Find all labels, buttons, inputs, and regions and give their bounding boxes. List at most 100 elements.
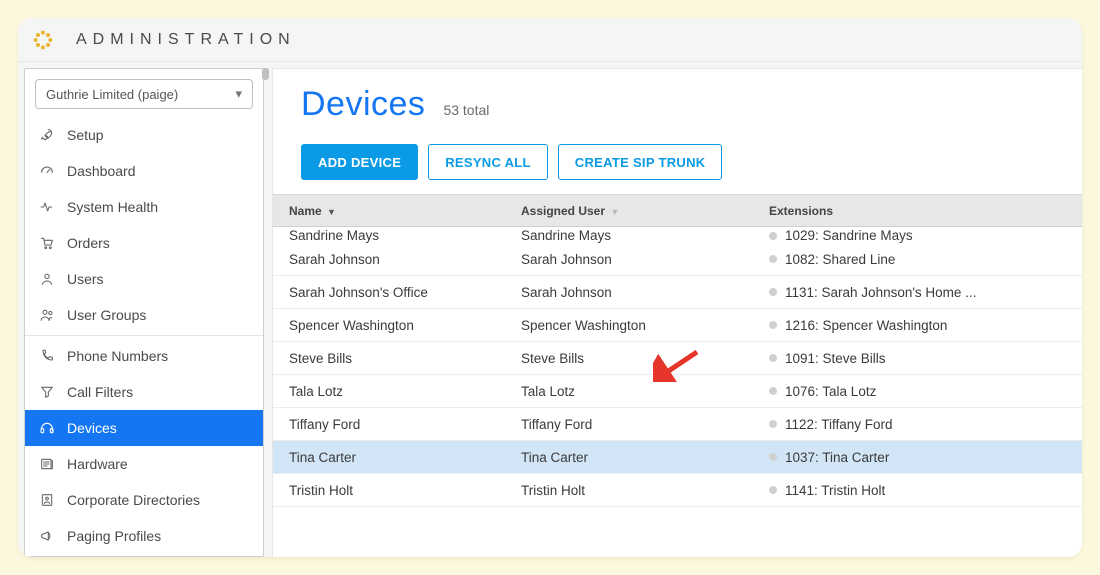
sidebar-item-corporate-directories[interactable]: Corporate Directories [25,482,263,518]
sidebar: Guthrie Limited (paige) ▾ Setup Dashboard… [24,68,264,557]
sidebar-scrollbar[interactable] [262,68,269,80]
status-dot-icon [769,288,777,296]
sidebar-item-label: Setup [67,127,104,143]
sidebar-item-label: Hardware [67,456,128,472]
sidebar-item-system-health[interactable]: System Health [25,189,263,225]
sidebar-item-orders[interactable]: Orders [25,225,263,261]
table-row[interactable]: Sarah JohnsonSarah Johnson1082: Shared L… [273,243,1082,276]
sidebar-item-label: System Health [67,199,158,215]
cell-extensions: 1131: Sarah Johnson's Home ... [769,285,1082,300]
table-header: Name ▼ Assigned User ▼ Extensions [273,195,1082,227]
sidebar-item-label: Orders [67,235,110,251]
cell-assigned-user: Sandrine Mays [521,228,769,243]
sort-desc-icon: ▼ [327,207,336,217]
action-button-row: ADD DEVICE RESYNC ALL CREATE SIP TRUNK [273,126,1082,194]
org-select-label: Guthrie Limited (paige) [46,87,178,102]
cell-name: Tina Carter [273,450,521,465]
headset-icon [39,420,55,436]
cell-extensions: 1141: Tristin Holt [769,483,1082,498]
sidebar-item-label: Dashboard [67,163,136,179]
cell-name: Sarah Johnson's Office [273,285,521,300]
page-title: Devices [301,85,425,124]
sidebar-item-label: Users [67,271,104,287]
table-row[interactable]: Tina CarterTina Carter1037: Tina Carter [273,441,1082,474]
sidebar-item-setup[interactable]: Setup [25,117,263,153]
sidebar-item-label: Corporate Directories [67,492,200,508]
sidebar-item-phone-numbers[interactable]: Phone Numbers [25,338,263,374]
users-icon [39,307,55,323]
activity-icon [39,199,55,215]
sidebar-item-label: Phone Numbers [67,348,168,364]
sidebar-item-call-filters[interactable]: Call Filters [25,374,263,410]
status-dot-icon [769,354,777,362]
column-header-assigned-user[interactable]: Assigned User ▼ [521,204,769,218]
column-header-extensions[interactable]: Extensions [769,204,1082,218]
status-dot-icon [769,232,777,240]
cell-assigned-user: Steve Bills [521,351,769,366]
table-row[interactable]: Spencer WashingtonSpencer Washington1216… [273,309,1082,342]
create-sip-trunk-button[interactable]: CREATE SIP TRUNK [558,144,723,180]
cell-name: Tala Lotz [273,384,521,399]
cell-extensions: 1037: Tina Carter [769,450,1082,465]
cell-assigned-user: Tristin Holt [521,483,769,498]
sidebar-item-paging-realms[interactable]: Paging Realms [25,554,263,557]
sidebar-item-paging-profiles[interactable]: Paging Profiles [25,518,263,554]
topbar-title: ADMINISTRATION [76,31,296,49]
book-icon [39,492,55,508]
cell-extensions: 1082: Shared Line [769,252,1082,267]
table-row[interactable]: Steve BillsSteve Bills1091: Steve Bills [273,342,1082,375]
sidebar-item-devices[interactable]: Devices [25,410,263,446]
caret-down-icon: ▾ [235,86,242,102]
sidebar-item-hardware[interactable]: Hardware [25,446,263,482]
main-panel: Devices 53 total ADD DEVICE RESYNC ALL C… [272,68,1082,557]
page-header: Devices 53 total [273,69,1082,126]
sidebar-item-dashboard[interactable]: Dashboard [25,153,263,189]
table-row[interactable]: Sandrine MaysSandrine Mays1029: Sandrine… [273,227,1082,243]
megaphone-icon [39,528,55,544]
resync-all-button[interactable]: RESYNC ALL [428,144,548,180]
cell-extensions: 1076: Tala Lotz [769,384,1082,399]
cell-name: Sandrine Mays [273,228,521,243]
gauge-icon [39,163,55,179]
page-count: 53 total [443,102,489,118]
add-device-button[interactable]: ADD DEVICE [301,144,418,180]
rocket-icon [39,127,55,143]
table-row[interactable]: Tiffany FordTiffany Ford1122: Tiffany Fo… [273,408,1082,441]
table-row[interactable]: Tala LotzTala Lotz1076: Tala Lotz [273,375,1082,408]
phone-icon [39,348,55,364]
cell-assigned-user: Tina Carter [521,450,769,465]
devices-table: Name ▼ Assigned User ▼ Extensions Sandri… [273,194,1082,557]
status-dot-icon [769,453,777,461]
cell-name: Steve Bills [273,351,521,366]
sidebar-item-users[interactable]: Users [25,261,263,297]
cell-assigned-user: Tala Lotz [521,384,769,399]
sidebar-item-label: Devices [67,420,117,436]
news-icon [39,456,55,472]
column-header-name[interactable]: Name ▼ [273,204,521,218]
table-row[interactable]: Sarah Johnson's OfficeSarah Johnson1131:… [273,276,1082,309]
status-dot-icon [769,420,777,428]
cell-name: Spencer Washington [273,318,521,333]
cell-extensions: 1216: Spencer Washington [769,318,1082,333]
cell-extensions: 1029: Sandrine Mays [769,228,1082,243]
user-icon [39,271,55,287]
sidebar-item-user-groups[interactable]: User Groups [25,297,263,333]
sidebar-wrap: Guthrie Limited (paige) ▾ Setup Dashboard… [18,62,266,557]
table-row[interactable]: Tristin HoltTristin Holt1141: Tristin Ho… [273,474,1082,507]
sort-inactive-icon: ▼ [610,207,619,217]
status-dot-icon [769,321,777,329]
status-dot-icon [769,387,777,395]
org-select[interactable]: Guthrie Limited (paige) ▾ [35,79,253,109]
sidebar-item-label: User Groups [67,307,146,323]
nav-separator [25,335,263,336]
cell-assigned-user: Tiffany Ford [521,417,769,432]
cell-name: Sarah Johnson [273,252,521,267]
cell-extensions: 1091: Steve Bills [769,351,1082,366]
cell-assigned-user: Spencer Washington [521,318,769,333]
status-dot-icon [769,486,777,494]
cell-assigned-user: Sarah Johnson [521,252,769,267]
funnel-icon [39,384,55,400]
sidebar-item-label: Paging Profiles [67,528,161,544]
sidebar-item-label: Call Filters [67,384,133,400]
cart-icon [39,235,55,251]
